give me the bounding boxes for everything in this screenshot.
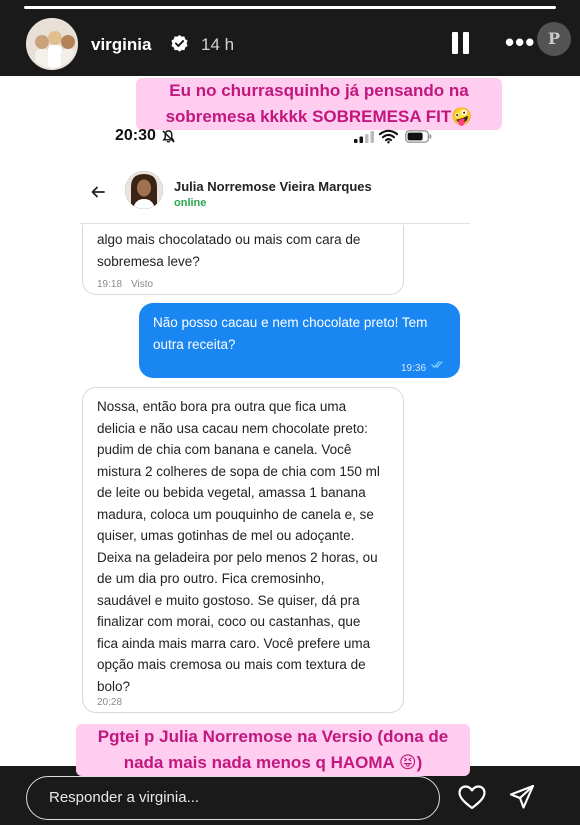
- contact-name: Julia Norremose Vieira Marques: [174, 179, 372, 194]
- message-incoming: algo mais chocolatado ou mais com cara d…: [82, 225, 404, 295]
- message-line: Nossa, então bora pra outra que fica uma: [97, 399, 347, 414]
- send-icon[interactable]: [509, 784, 535, 810]
- message-line: finalizar com morai, coco ou castanhas, …: [97, 614, 361, 629]
- story-progress-fill: [24, 6, 556, 9]
- message-line: de leite ou bebida vegetal, amassa 1 ban…: [97, 485, 366, 500]
- contact-status: online: [174, 197, 207, 209]
- caption-bottom: Pgtei p Julia Norremose na Versio (dona …: [76, 724, 470, 776]
- message-seen-status: Visto: [131, 279, 154, 290]
- wifi-icon: [379, 129, 398, 144]
- contact-avatar[interactable]: [125, 171, 163, 209]
- reply-input[interactable]: Responder a virginia...: [26, 776, 440, 820]
- message-line: fica ainda mais marra caro. Você prefere…: [97, 635, 371, 651]
- message-line: pudim de chia com banana e canela. Você: [97, 442, 352, 457]
- user-avatar[interactable]: [26, 18, 78, 70]
- message-line: madura, coloca um pouquinho de canela e,…: [97, 506, 374, 522]
- battery-icon: [405, 130, 432, 143]
- story-progress-bar: [24, 6, 556, 9]
- verified-badge-icon: [171, 34, 188, 52]
- avatar-photo: [28, 20, 76, 68]
- caption-top: Eu no churrasquinho já pensando na sobre…: [136, 78, 502, 130]
- message-line: saudável e muito gostoso. Se quiser, dá …: [97, 592, 360, 608]
- story-time: 14 h: [201, 35, 235, 54]
- username[interactable]: virginia: [91, 35, 151, 55]
- more-icon[interactable]: •••: [505, 29, 535, 55]
- chat-header: Julia Norremose Vieira Marques online: [80, 166, 470, 224]
- heart-icon[interactable]: [458, 785, 486, 810]
- watermark-logo: P: [537, 22, 571, 56]
- phone-status-time: 20:30: [115, 127, 156, 144]
- message-line: delicia e não usa cacau nem chocolate pr…: [97, 420, 368, 436]
- message-incoming: Nossa, então bora pra outra que fica uma…: [82, 387, 404, 713]
- message-line: de um dia pro outro. Fica cremosinho,: [97, 571, 325, 586]
- message-time: 19:18: [97, 279, 123, 290]
- story-viewer: virginia 14 h ••• P Eu no churrasquinho …: [0, 0, 580, 825]
- mute-icon: [162, 130, 175, 143]
- message-time: 19:36: [401, 363, 427, 374]
- signal-icon: [354, 131, 374, 143]
- message-line: Deixa na geladeira por pelo menos 2 hora…: [97, 549, 378, 565]
- read-ticks-icon: [431, 361, 443, 369]
- message-line: outra receita?: [153, 336, 236, 352]
- message-line: mistura 2 colheres de sopa de chia com 1…: [97, 463, 380, 479]
- message-line: algo mais chocolatado ou mais com cara d…: [97, 232, 361, 247]
- message-line: Não posso cacau e nem chocolate preto! T…: [153, 315, 428, 330]
- back-arrow-icon[interactable]: [90, 184, 106, 200]
- contact-photo: [125, 171, 163, 209]
- story-header: virginia 14 h ••• P: [0, 14, 580, 74]
- message-outgoing: Não posso cacau e nem chocolate preto! T…: [139, 303, 460, 378]
- message-line: bolo?: [97, 678, 131, 694]
- message-line: sobremesa leve?: [97, 253, 200, 269]
- message-line: opção mais cremosa ou mais com textura d…: [97, 657, 366, 672]
- message-time: 20:28: [97, 697, 123, 708]
- message-line: quiser, umas gotinhas de mel ou adoçante…: [97, 528, 355, 543]
- pause-icon[interactable]: [450, 32, 470, 54]
